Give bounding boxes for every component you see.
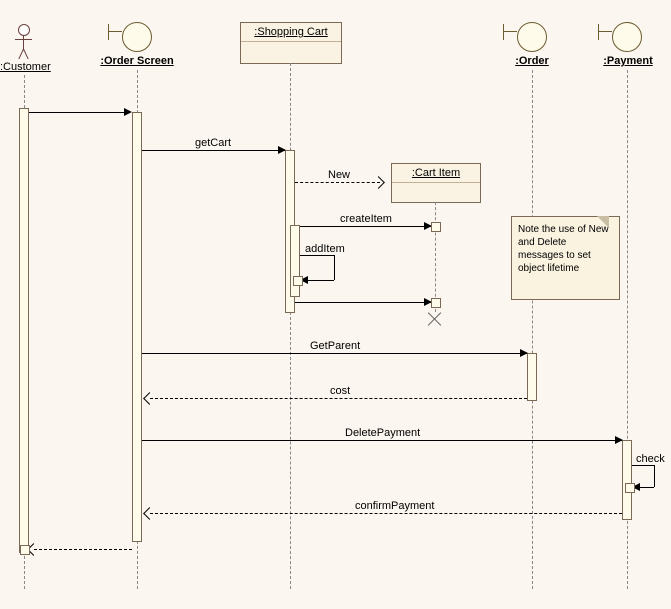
arrow-icon xyxy=(520,349,528,357)
msg-getparent-label: GetParent xyxy=(310,340,360,352)
sequence-diagram: :Customer :Order Screen :Shopping Cart :… xyxy=(0,0,671,609)
cart-item-exec xyxy=(431,222,441,232)
customer-activation xyxy=(19,108,29,553)
shopping-cart-label: :Shopping Cart xyxy=(241,23,341,42)
order-screen-label: :Order Screen xyxy=(100,55,174,67)
msg-new-label: New xyxy=(328,169,350,181)
actor-arms xyxy=(15,39,32,40)
check-exec xyxy=(625,483,635,493)
note-fold-icon xyxy=(597,216,609,228)
msg-check-label: check xyxy=(636,453,665,465)
boundary-icon xyxy=(612,22,642,52)
customer-label: :Customer xyxy=(0,61,48,73)
note-text: Note the use of New and Delete messages … xyxy=(518,224,609,274)
destroy-icon xyxy=(428,312,442,326)
msg-createitem-label: createItem xyxy=(340,213,392,225)
arrow-icon xyxy=(615,436,623,444)
msg-final-return xyxy=(34,549,132,550)
boundary-icon xyxy=(122,22,152,52)
shopping-cart-lifeline xyxy=(290,63,291,589)
shopping-cart-object: :Shopping Cart xyxy=(240,22,342,64)
payment-activation xyxy=(622,440,632,520)
boundary-bar xyxy=(598,31,612,32)
msg-getparent xyxy=(142,353,527,354)
msg-cost-label: cost xyxy=(330,385,350,397)
actor-body xyxy=(23,35,24,49)
boundary-stem xyxy=(503,24,504,40)
order-activation xyxy=(527,353,537,401)
msg-init xyxy=(29,112,129,113)
payment-label: :Payment xyxy=(600,55,656,67)
msg-confirmpayment-label: confirmPayment xyxy=(355,500,434,512)
note: Note the use of New and Delete messages … xyxy=(511,216,620,300)
cart-item-object: :Cart Item xyxy=(391,163,481,203)
boundary-icon xyxy=(517,22,547,52)
msg-check-down xyxy=(654,465,655,487)
boundary-bar xyxy=(503,31,517,32)
cart-item-lifeline xyxy=(435,202,436,312)
arrow-icon xyxy=(278,146,286,154)
msg-getcart xyxy=(142,150,285,151)
order-screen-activation xyxy=(132,112,142,542)
arrow-icon xyxy=(124,108,132,116)
msg-additem-down xyxy=(334,255,335,280)
boundary-stem xyxy=(108,24,109,40)
msg-cost xyxy=(150,398,527,399)
additem-exec xyxy=(293,276,303,286)
msg-delete-ci xyxy=(295,302,431,303)
boundary-stem xyxy=(598,24,599,40)
msg-new xyxy=(295,182,380,183)
msg-check-out xyxy=(632,465,654,466)
arrow-open-icon xyxy=(143,392,156,405)
shopping-cart-activation-2 xyxy=(290,225,300,297)
msg-additem-out xyxy=(300,255,334,256)
actor-icon xyxy=(18,24,30,36)
cart-item-exec-2 xyxy=(431,298,441,308)
actor-leg-r xyxy=(23,49,29,59)
msg-createitem xyxy=(300,226,431,227)
arrow-open-icon xyxy=(372,176,385,189)
customer-return-exec xyxy=(20,545,30,555)
boundary-bar xyxy=(108,31,122,32)
msg-confirmpayment xyxy=(150,513,622,514)
order-lifeline xyxy=(532,70,533,589)
msg-getcart-label: getCart xyxy=(195,137,231,149)
arrow-open-icon xyxy=(143,507,156,520)
msg-deletepayment-label: DeletePayment xyxy=(345,427,420,439)
order-label: :Order xyxy=(512,55,552,67)
msg-additem-label: addItem xyxy=(305,243,345,255)
msg-deletepayment xyxy=(142,440,622,441)
cart-item-label: :Cart Item xyxy=(392,164,480,183)
